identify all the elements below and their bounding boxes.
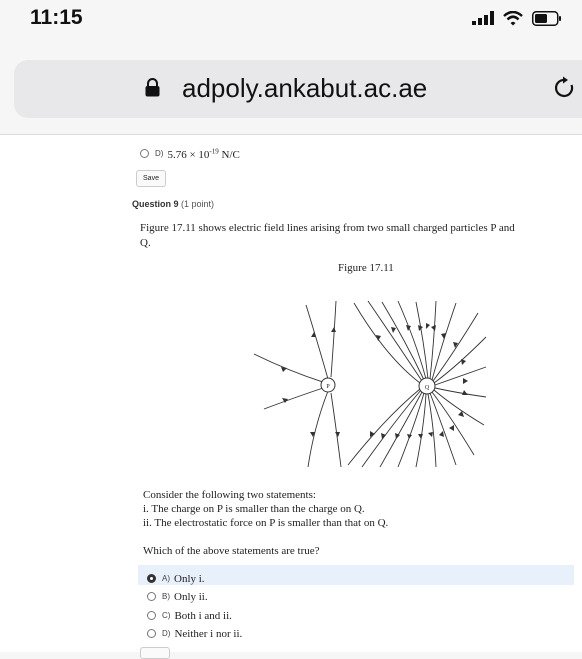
wifi-icon	[503, 10, 523, 25]
radio-prev-d[interactable]	[140, 149, 149, 159]
option-d-letter: D)	[162, 629, 171, 639]
lock-icon	[145, 78, 160, 97]
status-icons	[472, 8, 562, 28]
option-d-row[interactable]: D) Neither i nor ii.	[147, 625, 242, 643]
electric-field-figure: P Q	[246, 297, 490, 471]
question-title: Question 9	[132, 199, 179, 209]
save-button[interactable]: Save	[136, 170, 166, 187]
figure-caption: Figure 17.11	[338, 262, 394, 274]
save-button-partial[interactable]	[140, 647, 170, 659]
option-a-row[interactable]: A) Only i.	[138, 565, 574, 585]
statement-1: i. The charge on P is smaller than the c…	[143, 503, 365, 515]
question-header: Question 9 (1 point)	[132, 199, 214, 209]
option-c-text: Both i and ii.	[174, 609, 232, 622]
signal-icon	[472, 11, 494, 25]
url-text[interactable]: adpoly.ankabut.ac.ae	[182, 73, 427, 104]
option-d-text: Neither i nor ii.	[174, 627, 243, 640]
question-prompt: Which of the above statements are true?	[143, 545, 320, 557]
option-a-letter: A)	[162, 574, 170, 584]
option-text: 5.76 × 10-19 N/C	[167, 146, 240, 161]
option-c-letter: C)	[162, 611, 171, 621]
quiz-content: D) 5.76 × 10-19 N/C Save Question 9 (1 po…	[0, 135, 582, 659]
radio-option-b[interactable]	[147, 592, 156, 602]
status-bar: 11:15	[0, 0, 582, 40]
radio-option-a[interactable]	[147, 574, 156, 584]
statements: Consider the following two statements: i…	[143, 488, 388, 530]
option-c-row[interactable]: C) Both i and ii.	[147, 607, 232, 625]
radio-option-c[interactable]	[147, 611, 156, 621]
question-line-2: Q.	[140, 237, 151, 249]
question-line-1: Figure 17.11 shows electric field lines …	[140, 222, 515, 234]
question-points: (1 point)	[181, 199, 215, 209]
radio-option-d[interactable]	[147, 629, 156, 639]
question-text: Figure 17.11 shows electric field lines …	[140, 222, 582, 249]
option-b-text: Only ii.	[174, 590, 208, 603]
address-bar[interactable]: adpoly.ankabut.ac.ae	[14, 60, 582, 118]
battery-icon	[532, 10, 561, 26]
option-a-text: Only i.	[174, 572, 205, 585]
label-q: Q	[425, 385, 430, 391]
status-time: 11:15	[30, 6, 83, 29]
statement-2: ii. The electrostatic force on P is smal…	[143, 517, 389, 529]
option-b-letter: B)	[162, 592, 170, 602]
reload-icon[interactable]	[554, 76, 576, 100]
statement-intro: Consider the following two statements:	[143, 489, 316, 501]
option-letter: D)	[155, 149, 164, 159]
option-b-row[interactable]: B) Only ii.	[147, 588, 208, 606]
prev-option-d[interactable]: D) 5.76 × 10-19 N/C	[140, 145, 240, 163]
